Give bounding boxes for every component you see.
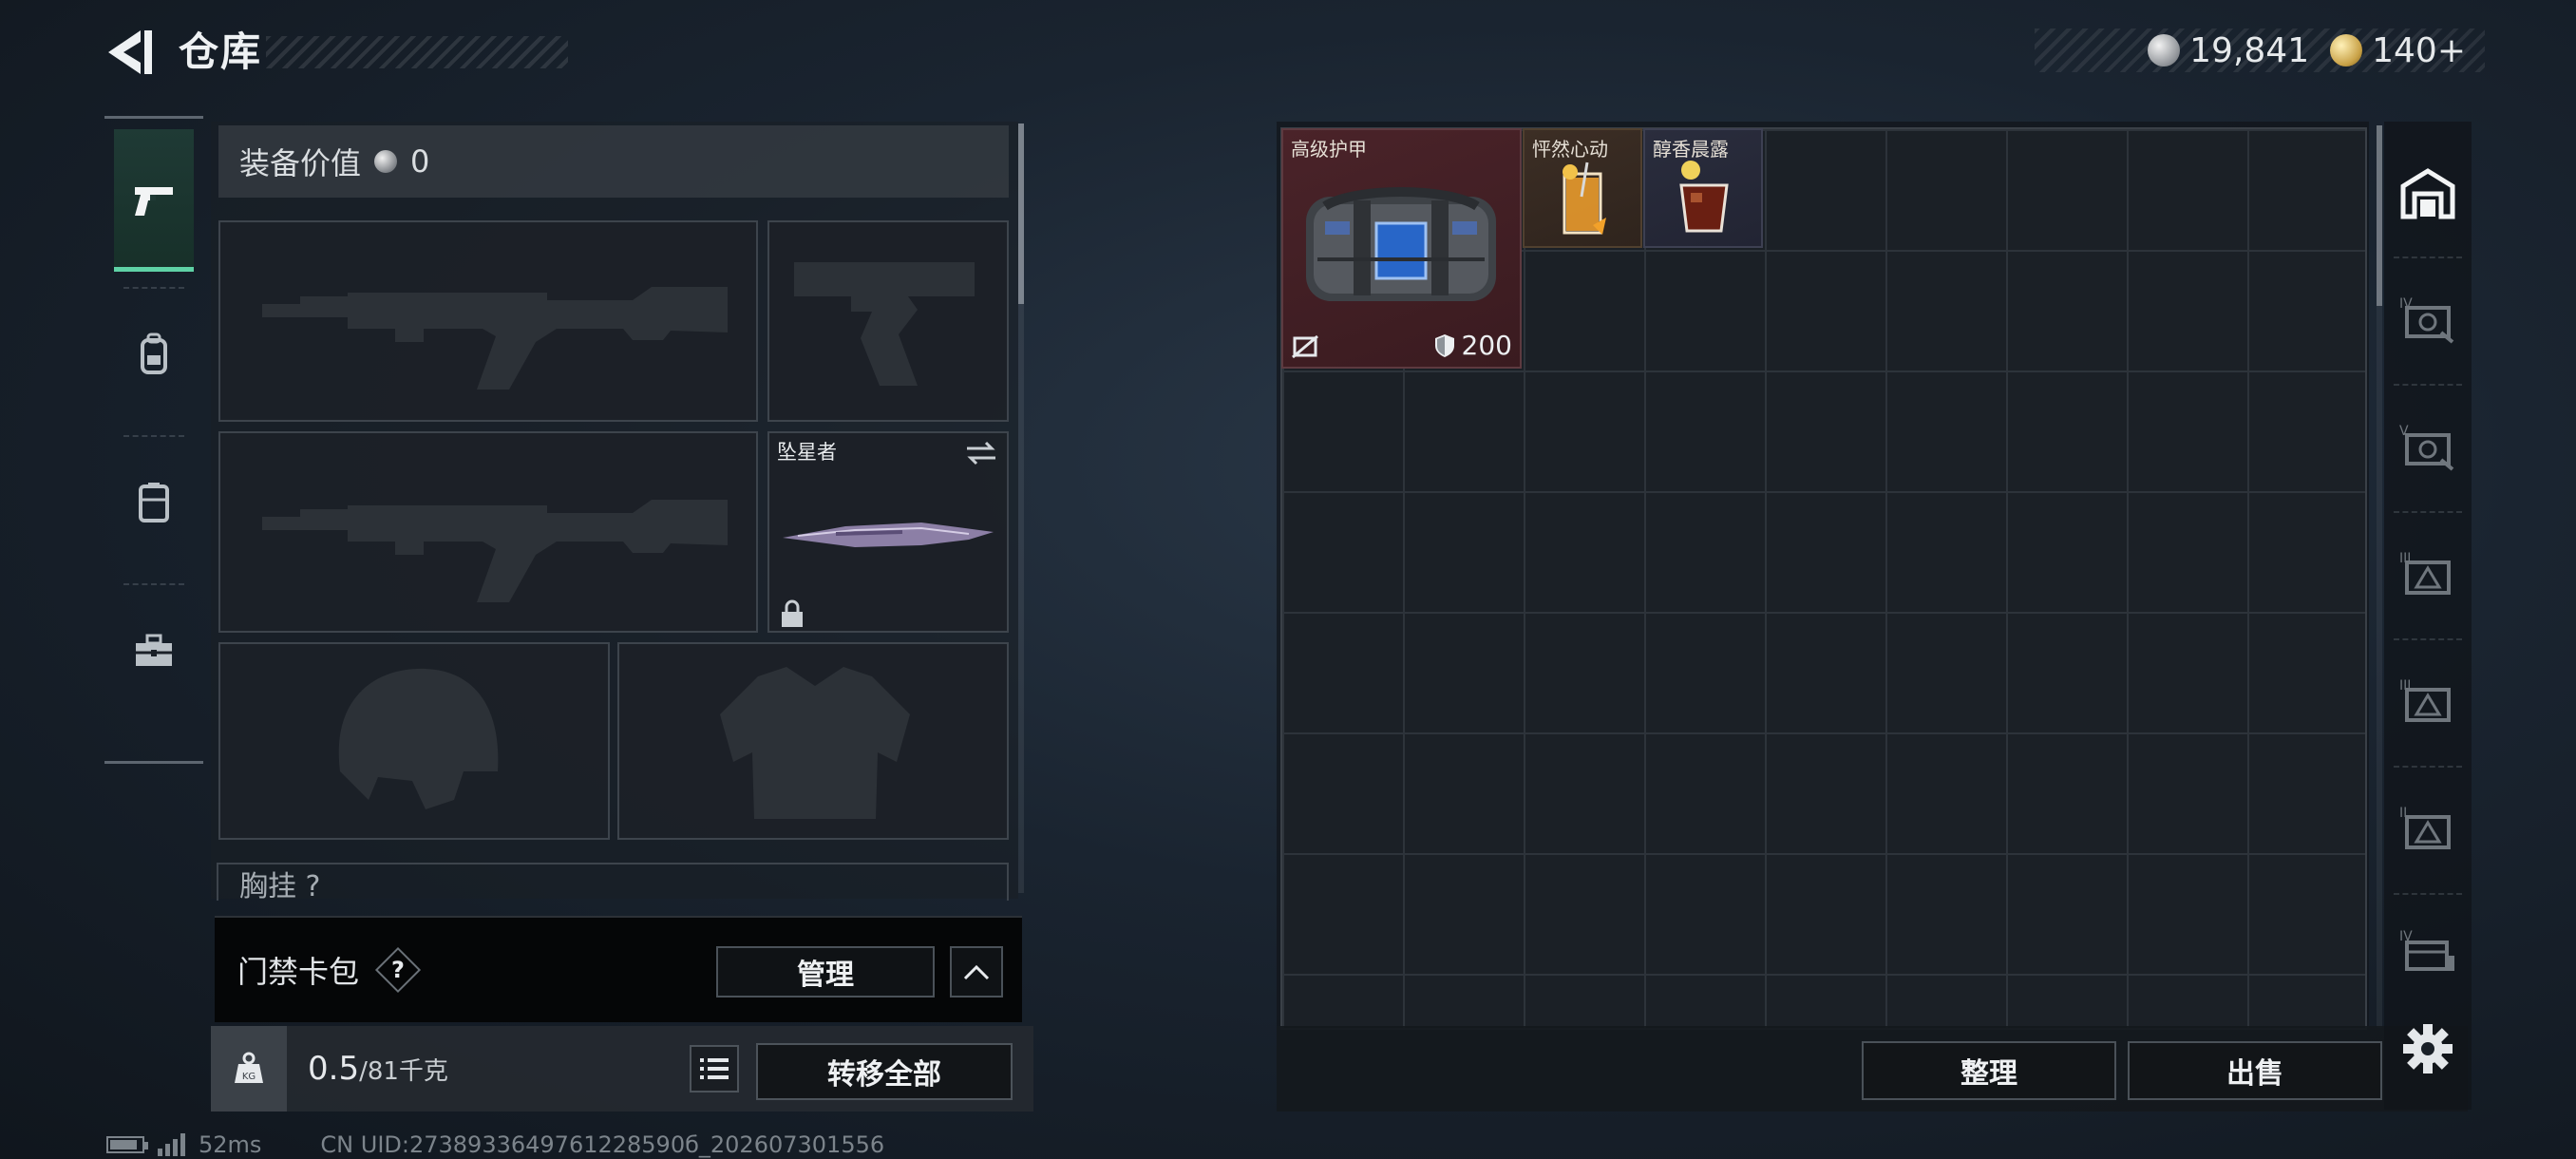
safe-box-icon: IV: [2399, 296, 2454, 344]
storage-scroll-thumb[interactable]: [2377, 125, 2382, 306]
cocktail-orange-icon: [1563, 162, 1606, 235]
keycard-pack-label: 门禁卡包: [237, 954, 360, 990]
cocktail-dark-icon: [1679, 161, 1729, 233]
melee-slot[interactable]: 坠星者: [767, 431, 1009, 633]
weight-unit: 千克: [398, 1057, 448, 1086]
equipment-value: 0: [410, 143, 430, 180]
armor-silhouette-icon: [720, 667, 910, 819]
rail-item-weapons[interactable]: [114, 129, 194, 272]
crate-icon: IV: [2399, 929, 2454, 971]
lock-icon: [782, 599, 803, 627]
storage-item-drink-morning-dew[interactable]: 醇香晨露: [1643, 128, 1763, 248]
weight-bar: KG 0.5/81千克 转移全部: [211, 1026, 1033, 1112]
rail-item-backpack[interactable]: [114, 293, 194, 416]
tab-storage-iv-b[interactable]: IV: [2388, 895, 2468, 1009]
weight-readout: 0.5/81千克: [308, 1026, 448, 1114]
title-stripe-decoration: [266, 36, 568, 68]
chest-rig-slot-label[interactable]: 胸挂 ?: [217, 863, 1009, 901]
chevron-up-icon: [963, 964, 990, 980]
manage-button[interactable]: 管理: [716, 946, 935, 998]
primary-weapon-slot[interactable]: [218, 220, 758, 422]
rifle-silhouette-icon: [262, 287, 728, 390]
storage-item-armor-bag[interactable]: 高级护甲 200: [1281, 128, 1522, 369]
silver-currency[interactable]: 19,841: [2148, 31, 2309, 70]
silver-amount: 19,841: [2189, 30, 2310, 70]
pistol-slot[interactable]: [767, 220, 1009, 422]
armor-bag-icon: [1306, 187, 1496, 301]
status-bar: 52ms CN UID:2738933649761228590б_2026073…: [106, 1130, 884, 1159]
tab-storage-iii-b[interactable]: III: [2388, 640, 2468, 762]
currency-bar: 19,841 140+: [2035, 28, 2485, 72]
safe-box-icon: V: [2399, 424, 2454, 471]
weight-max: /81: [359, 1057, 399, 1086]
keycard-pack-row: 门禁卡包 ? 管理: [215, 916, 1022, 1022]
back-arrow-icon: [108, 30, 152, 74]
secondary-weapon-slot[interactable]: [218, 431, 758, 633]
user-uid: CN UID:2738933649761228590б_202607301556: [320, 1131, 885, 1158]
sell-button[interactable]: 出售: [2128, 1041, 2382, 1100]
weight-current: 0.5: [308, 1050, 360, 1088]
ping-readout: 52ms: [199, 1131, 262, 1158]
rail-item-toolbox[interactable]: [114, 589, 194, 712]
tab-storage-iv-a[interactable]: IV: [2388, 258, 2468, 380]
equipment-value-label: 装备价值: [239, 145, 362, 181]
tab-storage-ii[interactable]: II: [2388, 768, 2468, 889]
gold-coin-icon: [2330, 34, 2363, 66]
pistol-icon: [135, 187, 173, 216]
gold-currency[interactable]: 140+: [2330, 31, 2466, 70]
page-title: 仓库: [179, 28, 263, 75]
shield-icon: [1434, 333, 1454, 357]
toolbox-icon: [136, 634, 172, 666]
triangle-box-icon: III: [2399, 678, 2451, 722]
swap-icon[interactable]: [965, 441, 997, 466]
back-button[interactable]: [103, 25, 160, 80]
weight-icon-box: KG: [211, 1026, 287, 1112]
tab-storage-main[interactable]: [2388, 133, 2468, 255]
tab-storage-iii-a[interactable]: III: [2388, 513, 2468, 635]
item-name: 高级护甲: [1291, 138, 1367, 161]
signal-icon: [158, 1133, 185, 1156]
tab-storage-v[interactable]: V: [2388, 386, 2468, 507]
pistol-silhouette-icon: [794, 262, 975, 386]
melee-name: 坠星者: [777, 441, 837, 464]
list-icon: [700, 1058, 729, 1079]
list-button[interactable]: [690, 1045, 739, 1092]
loadout-scroll-thumb[interactable]: [1018, 124, 1024, 304]
body-armor-slot[interactable]: [617, 642, 1009, 840]
gold-amount: 140+: [2372, 30, 2466, 70]
storage-item-drink-heartbeat[interactable]: 怦然心动: [1523, 128, 1642, 248]
backpack-icon: [141, 332, 167, 374]
silver-coin-icon: [374, 150, 398, 173]
expand-button[interactable]: [950, 946, 1003, 998]
category-rail: [104, 116, 203, 764]
svg-text:KG: KG: [242, 1072, 256, 1082]
triangle-box-icon: II: [2399, 806, 2451, 849]
transfer-all-button[interactable]: 转移全部: [756, 1043, 1013, 1100]
knife-icon: [783, 522, 994, 547]
helmet-silhouette-icon: [338, 668, 499, 809]
armor-durability: 200: [1433, 330, 1512, 361]
sort-button[interactable]: 整理: [1862, 1041, 2116, 1100]
help-icon[interactable]: ?: [374, 946, 422, 994]
rail-item-vest[interactable]: [114, 441, 194, 564]
equipment-value-bar: 装备价值 0: [218, 125, 1009, 198]
battery-icon: [106, 1136, 148, 1153]
settings-gear-icon[interactable]: [2399, 1020, 2456, 1077]
helmet-slot[interactable]: [218, 642, 610, 840]
triangle-box-icon: III: [2399, 551, 2451, 595]
no-insure-icon: [1292, 334, 1318, 359]
silver-coin-icon: [2148, 34, 2181, 66]
warehouse-icon: [2400, 168, 2455, 219]
vest-icon: [139, 483, 169, 522]
item-name: 怦然心动: [1532, 138, 1608, 161]
weight-icon: KG: [235, 1052, 263, 1083]
rifle-silhouette-icon: [262, 500, 728, 602]
